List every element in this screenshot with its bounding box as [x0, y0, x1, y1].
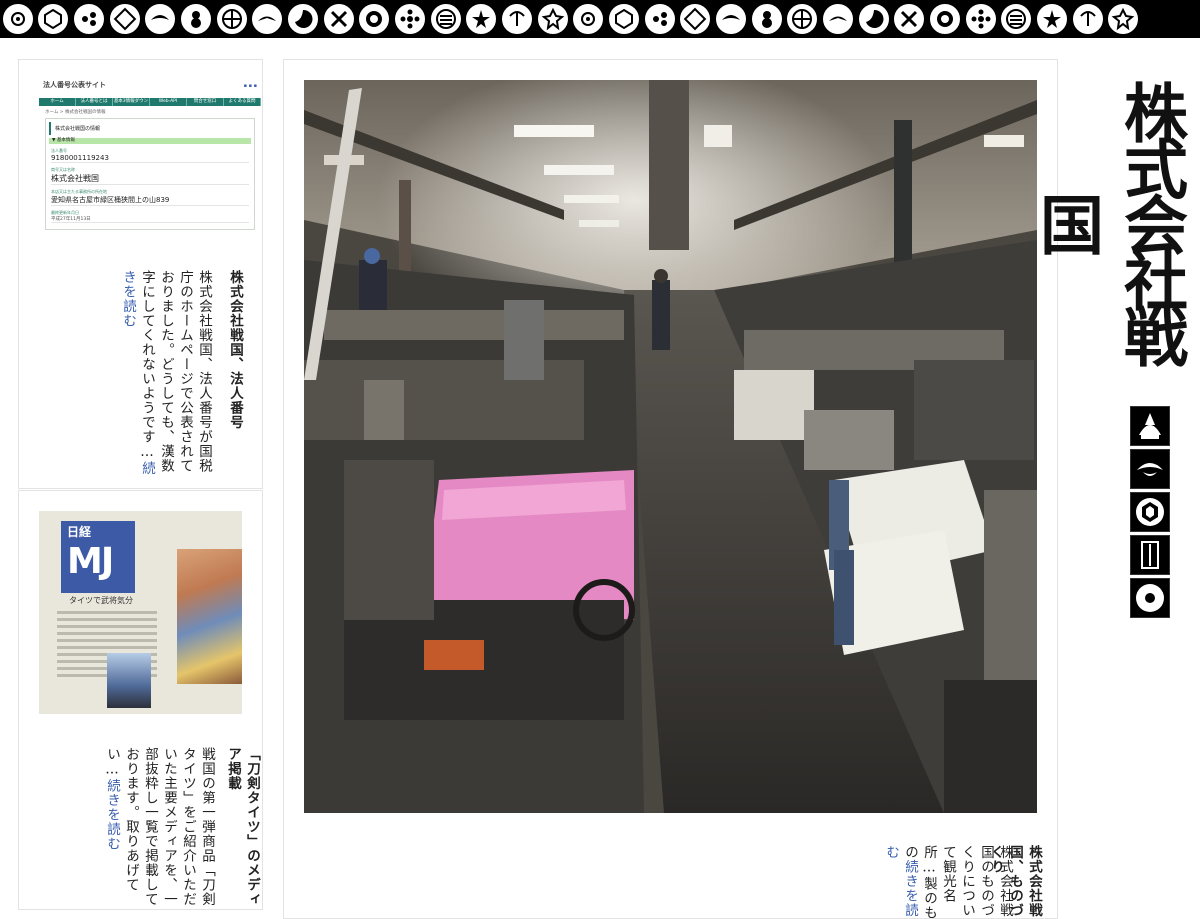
site-field-value: 株式会社戦国 — [51, 174, 99, 183]
site-info-box: 株式会社戦国の情報 ▼ 基本情報 法人番号 9180001119243 商号又は… — [45, 118, 255, 230]
site-field: 本店又は主たる事務所の所在地 愛知県名古屋市緑区桶狭間上の山839 — [51, 189, 249, 206]
site-nav: ホーム 法人番号とは 基本3情報ダウンロード Web-API 問合せ窓口 よくあ… — [39, 98, 261, 112]
kikko-hanabishi-icon — [608, 4, 639, 34]
ageha-icon — [787, 4, 818, 34]
site-nav-item: 法人番号とは — [76, 98, 113, 106]
tomoe-icon — [288, 4, 319, 34]
ageha-icon — [145, 4, 176, 34]
site-nav-item: Web-API — [150, 98, 187, 106]
kuyo-icon — [395, 4, 426, 34]
kyo-kanoko-icon — [751, 4, 782, 34]
news-headline: タイツで武将気分 — [69, 596, 133, 605]
hyotan-icon — [822, 4, 853, 34]
tomoe-icon — [929, 4, 960, 34]
site-section-head: 株式会社戦国の情報 — [49, 122, 251, 135]
kyo-kanoko-icon — [109, 4, 140, 34]
post-card-media[interactable]: 日経 MJ タイツで武将気分 「刀剣タイツ」のメディア掲載 戦国の第一弾商品「刀… — [18, 490, 263, 910]
tsuru-icon — [252, 4, 283, 34]
sakura-icon — [466, 4, 497, 34]
post-excerpt: 株式会社戦国のものづくりについて観光名所…製のもの続きを読む — [883, 845, 1014, 919]
kuyo-icon — [1036, 4, 1067, 34]
maru-ni-mitsuba-icon — [2, 4, 33, 34]
maru-juji-icon — [216, 4, 247, 34]
kabuto-icon[interactable] — [1130, 406, 1170, 446]
site-field-value: 平成27年11月13日 — [51, 217, 91, 222]
site-header: 法人番号公表サイト ▪ ▪ ▪ — [39, 80, 261, 98]
site-logo: 法人番号公表サイト — [43, 81, 106, 89]
factory-scene — [304, 80, 1037, 813]
site-nav-item: 基本3情報ダウンロード — [113, 98, 150, 112]
chigai-ya-icon — [323, 4, 354, 34]
post-title[interactable]: 「刀剣タイツ」のメディア掲載 — [219, 747, 261, 909]
post-excerpt: 戦国の第一弾商品「刀剣タイツ」をご紹介いただいた主要メディアを、一部抜粋し一覧で… — [91, 747, 216, 909]
maru-juji-icon — [858, 4, 889, 34]
chigai-ya-icon — [965, 4, 996, 34]
tsuru-icon — [894, 4, 925, 34]
post-card-corporate-number[interactable]: 法人番号公表サイト ▪ ▪ ▪ ホーム 法人番号とは 基本3情報ダウンロード W… — [18, 59, 263, 489]
janome-icon[interactable] — [1130, 578, 1170, 618]
post-excerpt-text: 株式会社戦国、法人番号が国税庁のホームページで公表されておりました。どうしても、… — [139, 270, 212, 473]
news-photo — [177, 549, 242, 684]
paper-logo: MJ — [67, 541, 114, 582]
mokko-icon — [1001, 4, 1032, 34]
site-field: 法人番号 9180001119243 — [51, 148, 249, 163]
kikko-icon — [38, 4, 69, 34]
maru-ni-mitsu-hiki-icon — [1072, 4, 1103, 34]
post-excerpt: 株式会社戦国、法人番号が国税庁のホームページで公表されておりました。どうしても、… — [113, 270, 213, 480]
nikkei-mj-logo: 日経 MJ — [61, 521, 135, 593]
site-field-value: 愛知県名古屋市緑区桶狭間上の山839 — [51, 196, 170, 204]
kamon-strip — [0, 0, 1200, 38]
kikko-icon[interactable] — [1130, 492, 1170, 532]
mitsu-domoe-icon — [74, 4, 105, 34]
post-excerpt-text: 戦国の第一弾商品「刀剣タイツ」をご紹介いただいた主要メディアを、一部抜粋し一覧で… — [104, 747, 215, 907]
weaving-factory-photo[interactable] — [304, 80, 1037, 813]
site-nav-item: 問合せ窓口 — [187, 98, 224, 106]
paper-name: 日経 — [67, 525, 92, 539]
post-title[interactable]: 株式会社戦国、ものづくり — [988, 845, 1043, 918]
site-field: 商号又は名称 株式会社戦国 — [51, 167, 249, 185]
site-section-bar: ▼ 基本情報 — [49, 138, 251, 144]
read-more-link[interactable]: 続きを読む — [104, 779, 120, 852]
kiri-icon — [502, 4, 533, 34]
news-photo — [107, 653, 151, 708]
hana-icon — [644, 4, 675, 34]
sword-icon[interactable] — [1130, 535, 1170, 575]
ageha-icon[interactable] — [1130, 449, 1170, 489]
mokko-icon — [359, 4, 390, 34]
hyotan-icon — [181, 4, 212, 34]
site-nav-item: よくある質問 — [224, 98, 261, 106]
brand-logo[interactable]: 株式会社戦国 — [1029, 60, 1192, 380]
site-field: 最終更新年月日 平成27年11月13日 — [51, 210, 249, 223]
corporate-number-site-thumbnail[interactable]: 法人番号公表サイト ▪ ▪ ▪ ホーム 法人番号とは 基本3情報ダウンロード W… — [39, 80, 261, 240]
site-breadcrumb: ホーム > 株式会社戦国の情報 — [45, 110, 106, 115]
janome-icon — [573, 4, 604, 34]
sakura-icon — [1108, 4, 1139, 34]
kikyo-icon — [537, 4, 568, 34]
kikko-icon — [680, 4, 711, 34]
maru-ni-mitsu-hiki-icon — [430, 4, 461, 34]
site-field-value: 9180001119243 — [51, 154, 109, 162]
post-card-monozukuri[interactable]: 株式会社戦国、ものづくり 株式会社戦国のものづくりについて観光名所…製のもの続き… — [283, 59, 1058, 919]
post-title[interactable]: 株式会社戦国、法人番号 — [225, 270, 244, 480]
post-excerpt-text: 株式会社戦国のものづくりについて観光名所…製のもの — [902, 845, 1013, 919]
site-nav-item: ホーム — [39, 98, 76, 106]
mitsu-domoe-icon — [715, 4, 746, 34]
newspaper-thumbnail[interactable]: 日経 MJ タイツで武将気分 — [39, 511, 242, 714]
site-header-links: ▪ ▪ ▪ — [243, 83, 257, 89]
